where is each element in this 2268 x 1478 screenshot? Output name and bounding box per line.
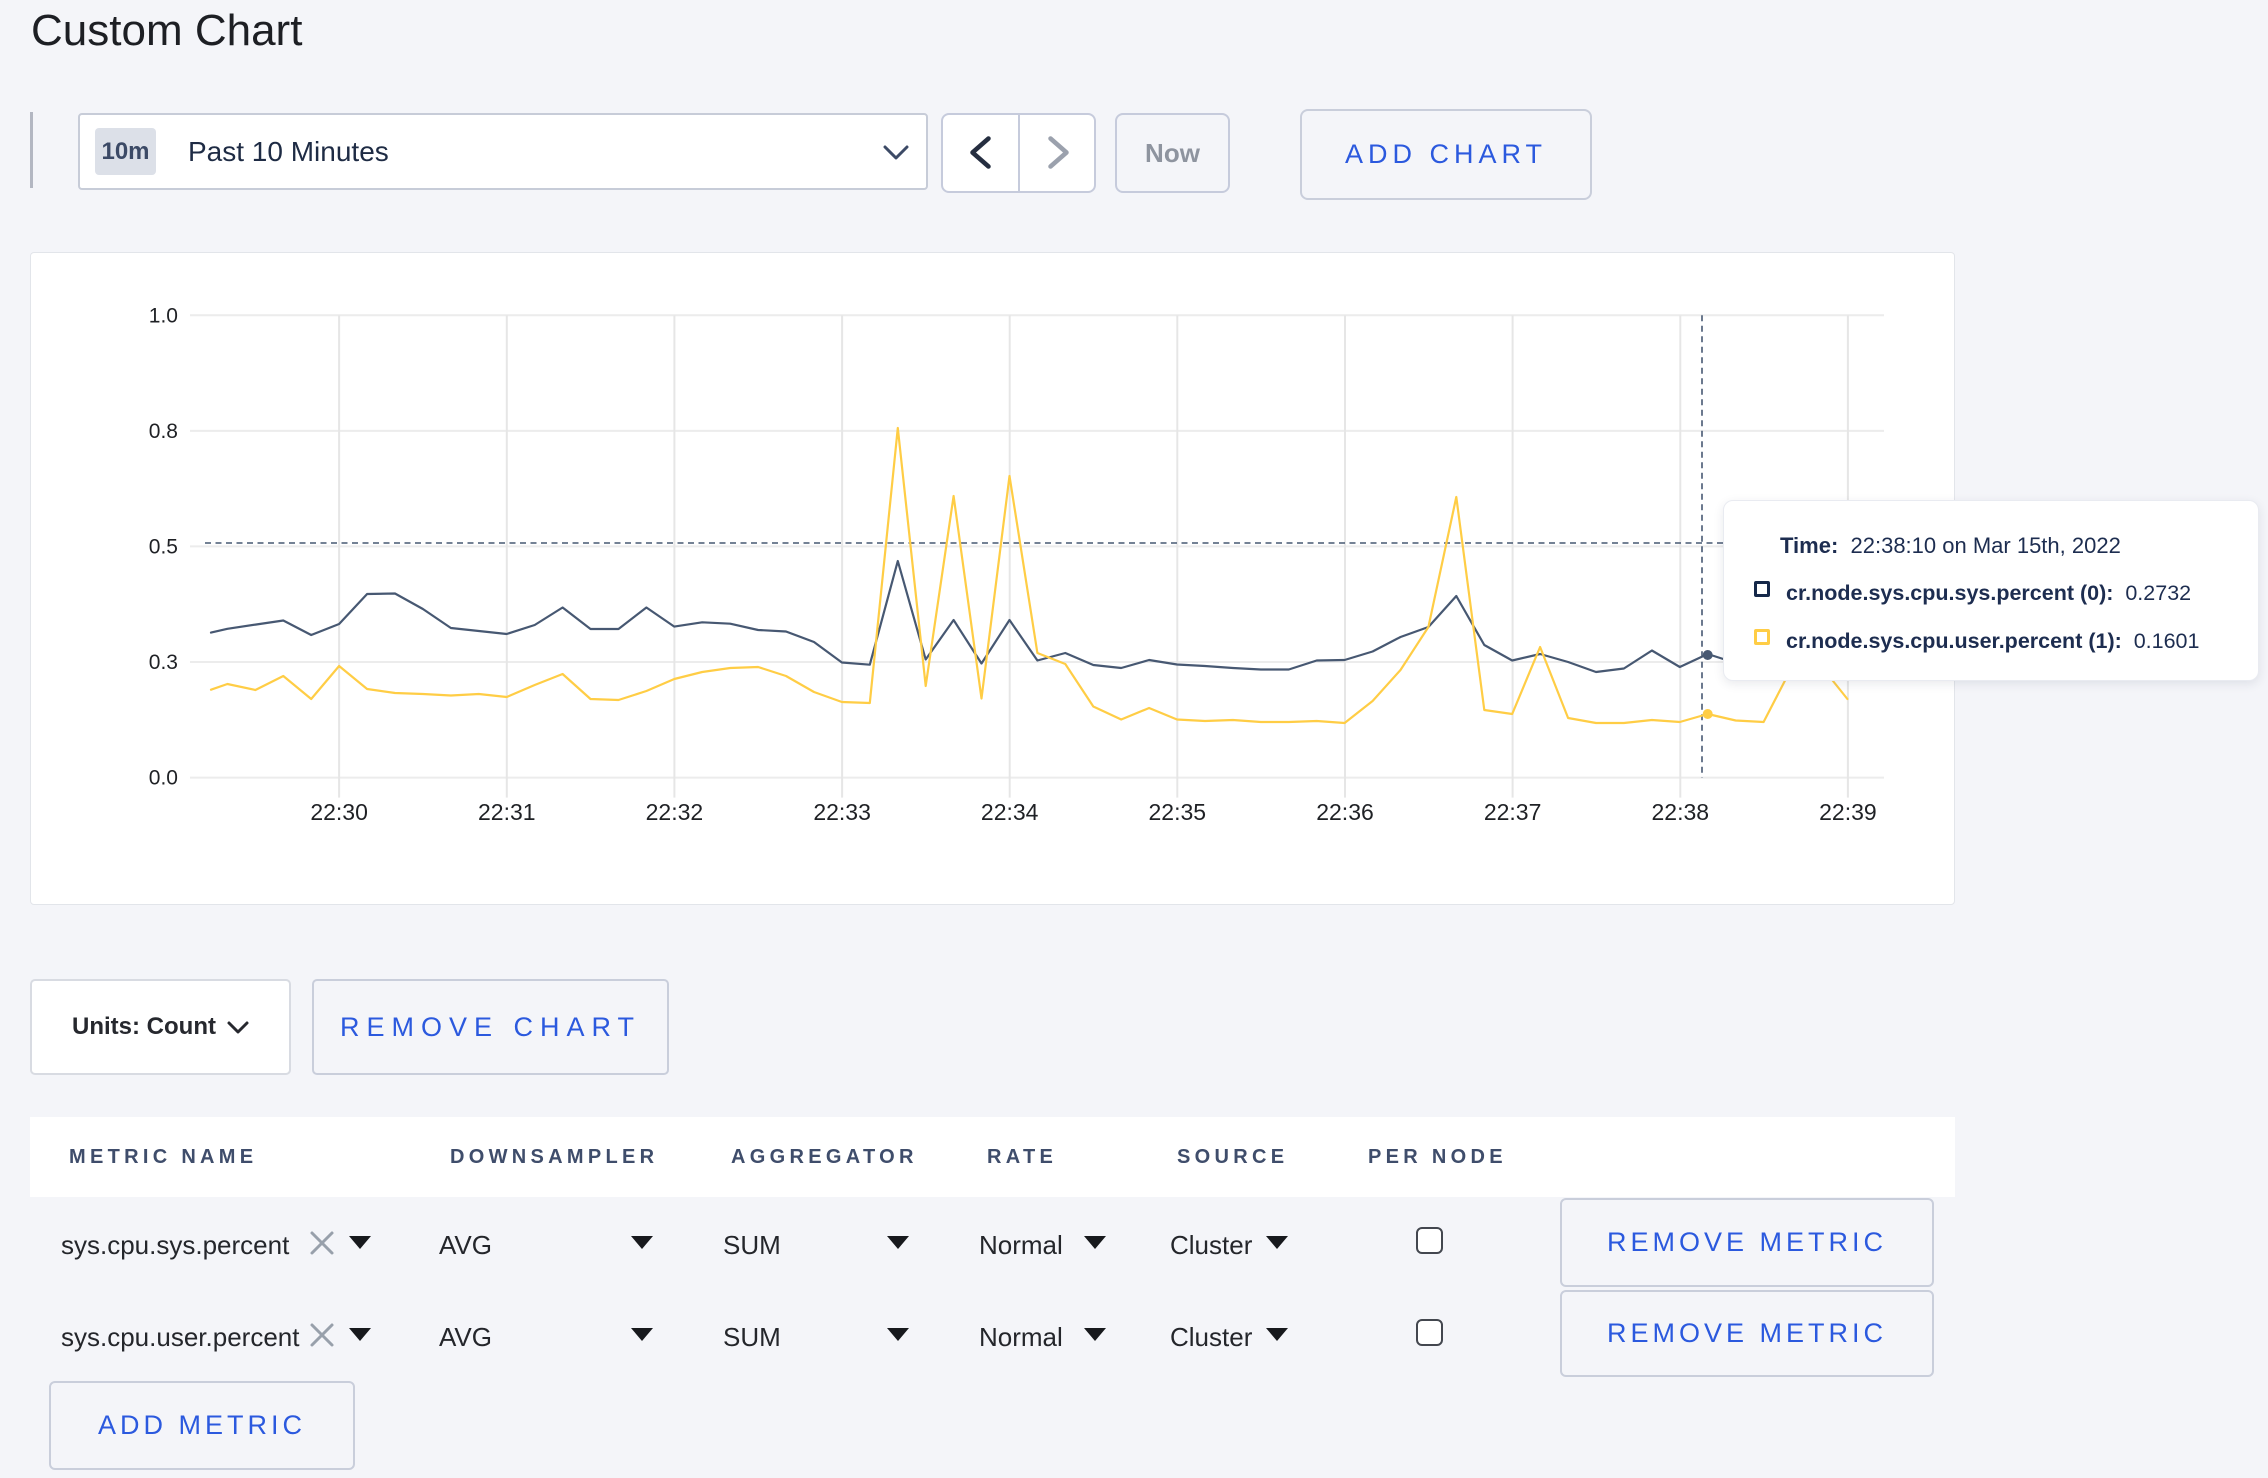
- svg-text:22:30: 22:30: [310, 799, 368, 825]
- svg-text:22:31: 22:31: [478, 799, 536, 825]
- svg-text:22:38: 22:38: [1652, 799, 1710, 825]
- svg-text:22:32: 22:32: [646, 799, 704, 825]
- svg-text:22:35: 22:35: [1149, 799, 1207, 825]
- svg-text:22:34: 22:34: [981, 799, 1039, 825]
- svg-text:22:33: 22:33: [813, 799, 871, 825]
- svg-text:0.8: 0.8: [149, 420, 178, 443]
- svg-text:0.0: 0.0: [149, 767, 178, 790]
- svg-text:22:37: 22:37: [1484, 799, 1542, 825]
- svg-text:22:36: 22:36: [1316, 799, 1374, 825]
- svg-text:1.0: 1.0: [149, 304, 178, 327]
- svg-text:22:39: 22:39: [1819, 799, 1877, 825]
- svg-text:0.5: 0.5: [149, 535, 178, 558]
- svg-text:0.3: 0.3: [149, 651, 178, 674]
